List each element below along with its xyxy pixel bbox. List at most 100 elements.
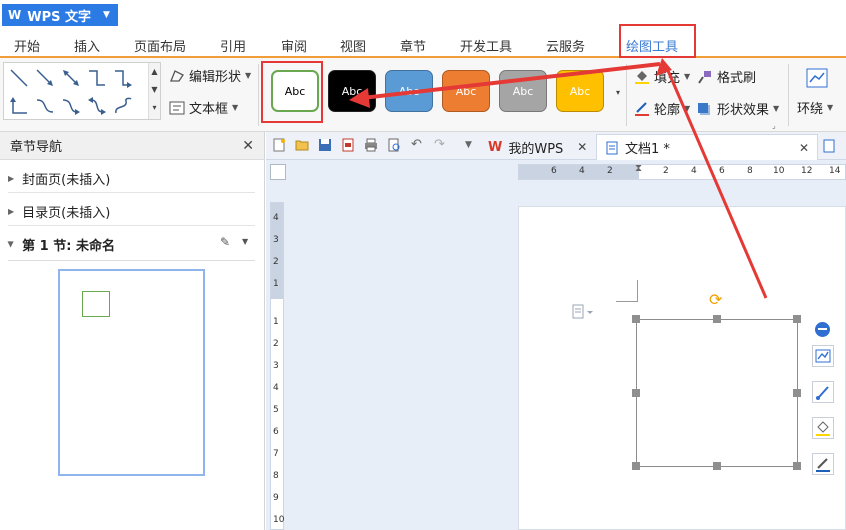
outline-label: 轮廓 xyxy=(654,103,681,118)
shape-effect-icon xyxy=(698,102,710,115)
elbow-connector-icon[interactable] xyxy=(86,67,108,89)
tab-cloud[interactable]: 云服务 xyxy=(546,36,585,55)
tab-developer[interactable]: 开发工具 xyxy=(460,36,512,55)
selected-shape[interactable] xyxy=(636,319,798,467)
text-box-button[interactable]: 文本框 ▼ xyxy=(169,98,238,117)
resize-handle[interactable] xyxy=(793,462,801,470)
double-arrow-shape-icon[interactable] xyxy=(60,67,82,89)
export-pdf-icon[interactable] xyxy=(341,138,355,152)
shape-effect-button[interactable]: 形状效果 ▼ xyxy=(697,99,779,118)
indent-marker-icon[interactable]: ⧗ xyxy=(635,163,642,174)
ribbon: ▲ ▼ ▾ 编辑形状 ▼ 文本框 ▼ Abc Abc Abc Abc Abc A… xyxy=(0,58,846,132)
resize-handle[interactable] xyxy=(713,462,721,470)
save-icon[interactable] xyxy=(318,138,332,152)
chevron-down-icon: ▼ xyxy=(684,104,691,113)
arrow-shape-icon[interactable] xyxy=(34,67,56,89)
shape-fill-button[interactable] xyxy=(812,417,834,439)
style-gallery-scroll[interactable]: ▾ xyxy=(611,66,625,122)
horizontal-ruler[interactable]: 6 4 2 ⧗ 2 4 6 8 10 12 14 xyxy=(518,163,846,180)
tab-references[interactable]: 引用 xyxy=(220,36,246,55)
elbow-double-arrow-icon[interactable] xyxy=(8,95,30,117)
curved-arrow-icon[interactable] xyxy=(60,95,82,117)
new-document-icon[interactable] xyxy=(272,138,286,152)
vertical-ruler[interactable]: 4 3 2 1 1 2 3 4 5 6 7 8 9 10 xyxy=(270,202,284,530)
scroll-down-icon[interactable]: ▼ xyxy=(149,81,160,99)
curved-connector-icon[interactable] xyxy=(34,95,56,117)
nav-section[interactable]: ▶ 第 1 节: 未命名 xyxy=(7,235,115,254)
resize-handle[interactable] xyxy=(713,315,721,323)
freeform-curve-icon[interactable] xyxy=(112,95,134,117)
wps-logo-icon: W xyxy=(488,139,503,155)
collapse-tools-icon[interactable] xyxy=(815,322,830,337)
expand-arrow-icon[interactable]: ▶ xyxy=(8,174,14,183)
shape-gallery[interactable]: ▲ ▼ ▾ xyxy=(3,62,161,120)
tab-home[interactable]: 开始 xyxy=(14,36,40,55)
shape-gallery-scroll[interactable]: ▲ ▼ ▾ xyxy=(148,63,160,119)
line-shape-icon[interactable] xyxy=(8,67,30,89)
style-blue[interactable]: Abc xyxy=(385,70,433,112)
tab-chapter[interactable]: 章节 xyxy=(400,36,426,55)
resize-handle[interactable] xyxy=(632,389,640,397)
print-preview-icon[interactable] xyxy=(387,138,401,152)
ruler-tick: 8 xyxy=(747,166,753,176)
shape-outline-button[interactable] xyxy=(812,453,834,475)
tab-view[interactable]: 视图 xyxy=(340,36,366,55)
nav-item-toc[interactable]: ▶ 目录页(未插入) xyxy=(8,202,110,221)
app-menu-button[interactable]: W WPS 文字 ▼ xyxy=(2,4,118,26)
fill-button[interactable]: 填充 ▼ xyxy=(634,67,690,86)
close-icon[interactable]: ✕ xyxy=(577,140,587,154)
layout-options-button[interactable] xyxy=(812,345,834,367)
expand-gallery-icon[interactable]: ▾ xyxy=(611,84,625,102)
nav-item-cover[interactable]: ▶ 封面页(未插入) xyxy=(8,169,110,188)
tab-stop-selector[interactable] xyxy=(270,164,286,180)
scroll-up-icon[interactable]: ▲ xyxy=(149,63,160,81)
dialog-launcher-icon[interactable]: ⌟ xyxy=(772,121,776,130)
style-gray[interactable]: Abc xyxy=(499,70,547,112)
outline-button[interactable]: 轮廓 ▼ xyxy=(634,99,690,118)
print-icon[interactable] xyxy=(364,138,378,152)
curved-double-arrow-icon[interactable] xyxy=(86,95,108,117)
tab-insert[interactable]: 插入 xyxy=(74,36,100,55)
resize-handle[interactable] xyxy=(632,462,640,470)
tab-review[interactable]: 审阅 xyxy=(281,36,307,55)
close-icon[interactable]: ✕ xyxy=(242,138,254,154)
ruler-tick: 3 xyxy=(273,361,279,371)
nav-item-label: 封面页(未插入) xyxy=(22,173,111,188)
rotate-handle-icon[interactable]: ⟳ xyxy=(709,290,722,309)
annotation-box-drawing-tools xyxy=(619,24,696,58)
open-folder-icon[interactable] xyxy=(295,138,309,152)
redo-icon[interactable]: ↷ xyxy=(434,137,445,152)
wrap-button[interactable]: 环绕 ▼ xyxy=(797,98,833,117)
shape-style-button[interactable] xyxy=(812,381,834,403)
paragraph-options-icon[interactable] xyxy=(572,304,594,320)
wrap-text-icon[interactable] xyxy=(806,68,828,88)
chevron-down-icon[interactable]: ▼ xyxy=(242,237,248,246)
close-icon[interactable]: ✕ xyxy=(799,141,809,155)
format-brush-button[interactable]: 格式刷 xyxy=(697,67,756,86)
tab-document-1[interactable]: 文档1 * ✕ xyxy=(596,134,818,160)
collapse-arrow-icon[interactable]: ▶ xyxy=(7,241,16,247)
resize-handle[interactable] xyxy=(793,389,801,397)
ruler-tick: 4 xyxy=(691,166,697,176)
style-black[interactable]: Abc xyxy=(328,70,376,112)
tab-my-wps[interactable]: W 我的WPS ✕ xyxy=(480,134,595,160)
expand-arrow-icon[interactable]: ▶ xyxy=(8,207,14,216)
customize-toolbar-icon[interactable]: ▼ xyxy=(465,140,472,150)
nav-title: 章节导航 xyxy=(10,140,63,155)
scroll-up-icon[interactable] xyxy=(611,66,625,84)
expand-gallery-icon[interactable]: ▾ xyxy=(149,99,160,117)
resize-handle[interactable] xyxy=(632,315,640,323)
edit-pencil-icon[interactable]: ✎ xyxy=(220,235,230,249)
elbow-arrow-icon[interactable] xyxy=(112,67,134,89)
undo-icon[interactable]: ↶ xyxy=(411,137,422,152)
page-thumbnail[interactable] xyxy=(58,269,205,476)
resize-handle[interactable] xyxy=(793,315,801,323)
doc-tab-label: 我的WPS xyxy=(508,141,564,157)
tab-page-layout[interactable]: 页面布局 xyxy=(134,36,186,55)
edit-shape-button[interactable]: 编辑形状 ▼ xyxy=(169,66,251,85)
chevron-down-icon: ▼ xyxy=(773,104,780,113)
style-gold[interactable]: Abc xyxy=(556,70,604,112)
new-tab-icon[interactable] xyxy=(822,139,836,153)
style-orange[interactable]: Abc xyxy=(442,70,490,112)
page-thumbnails xyxy=(8,260,255,530)
